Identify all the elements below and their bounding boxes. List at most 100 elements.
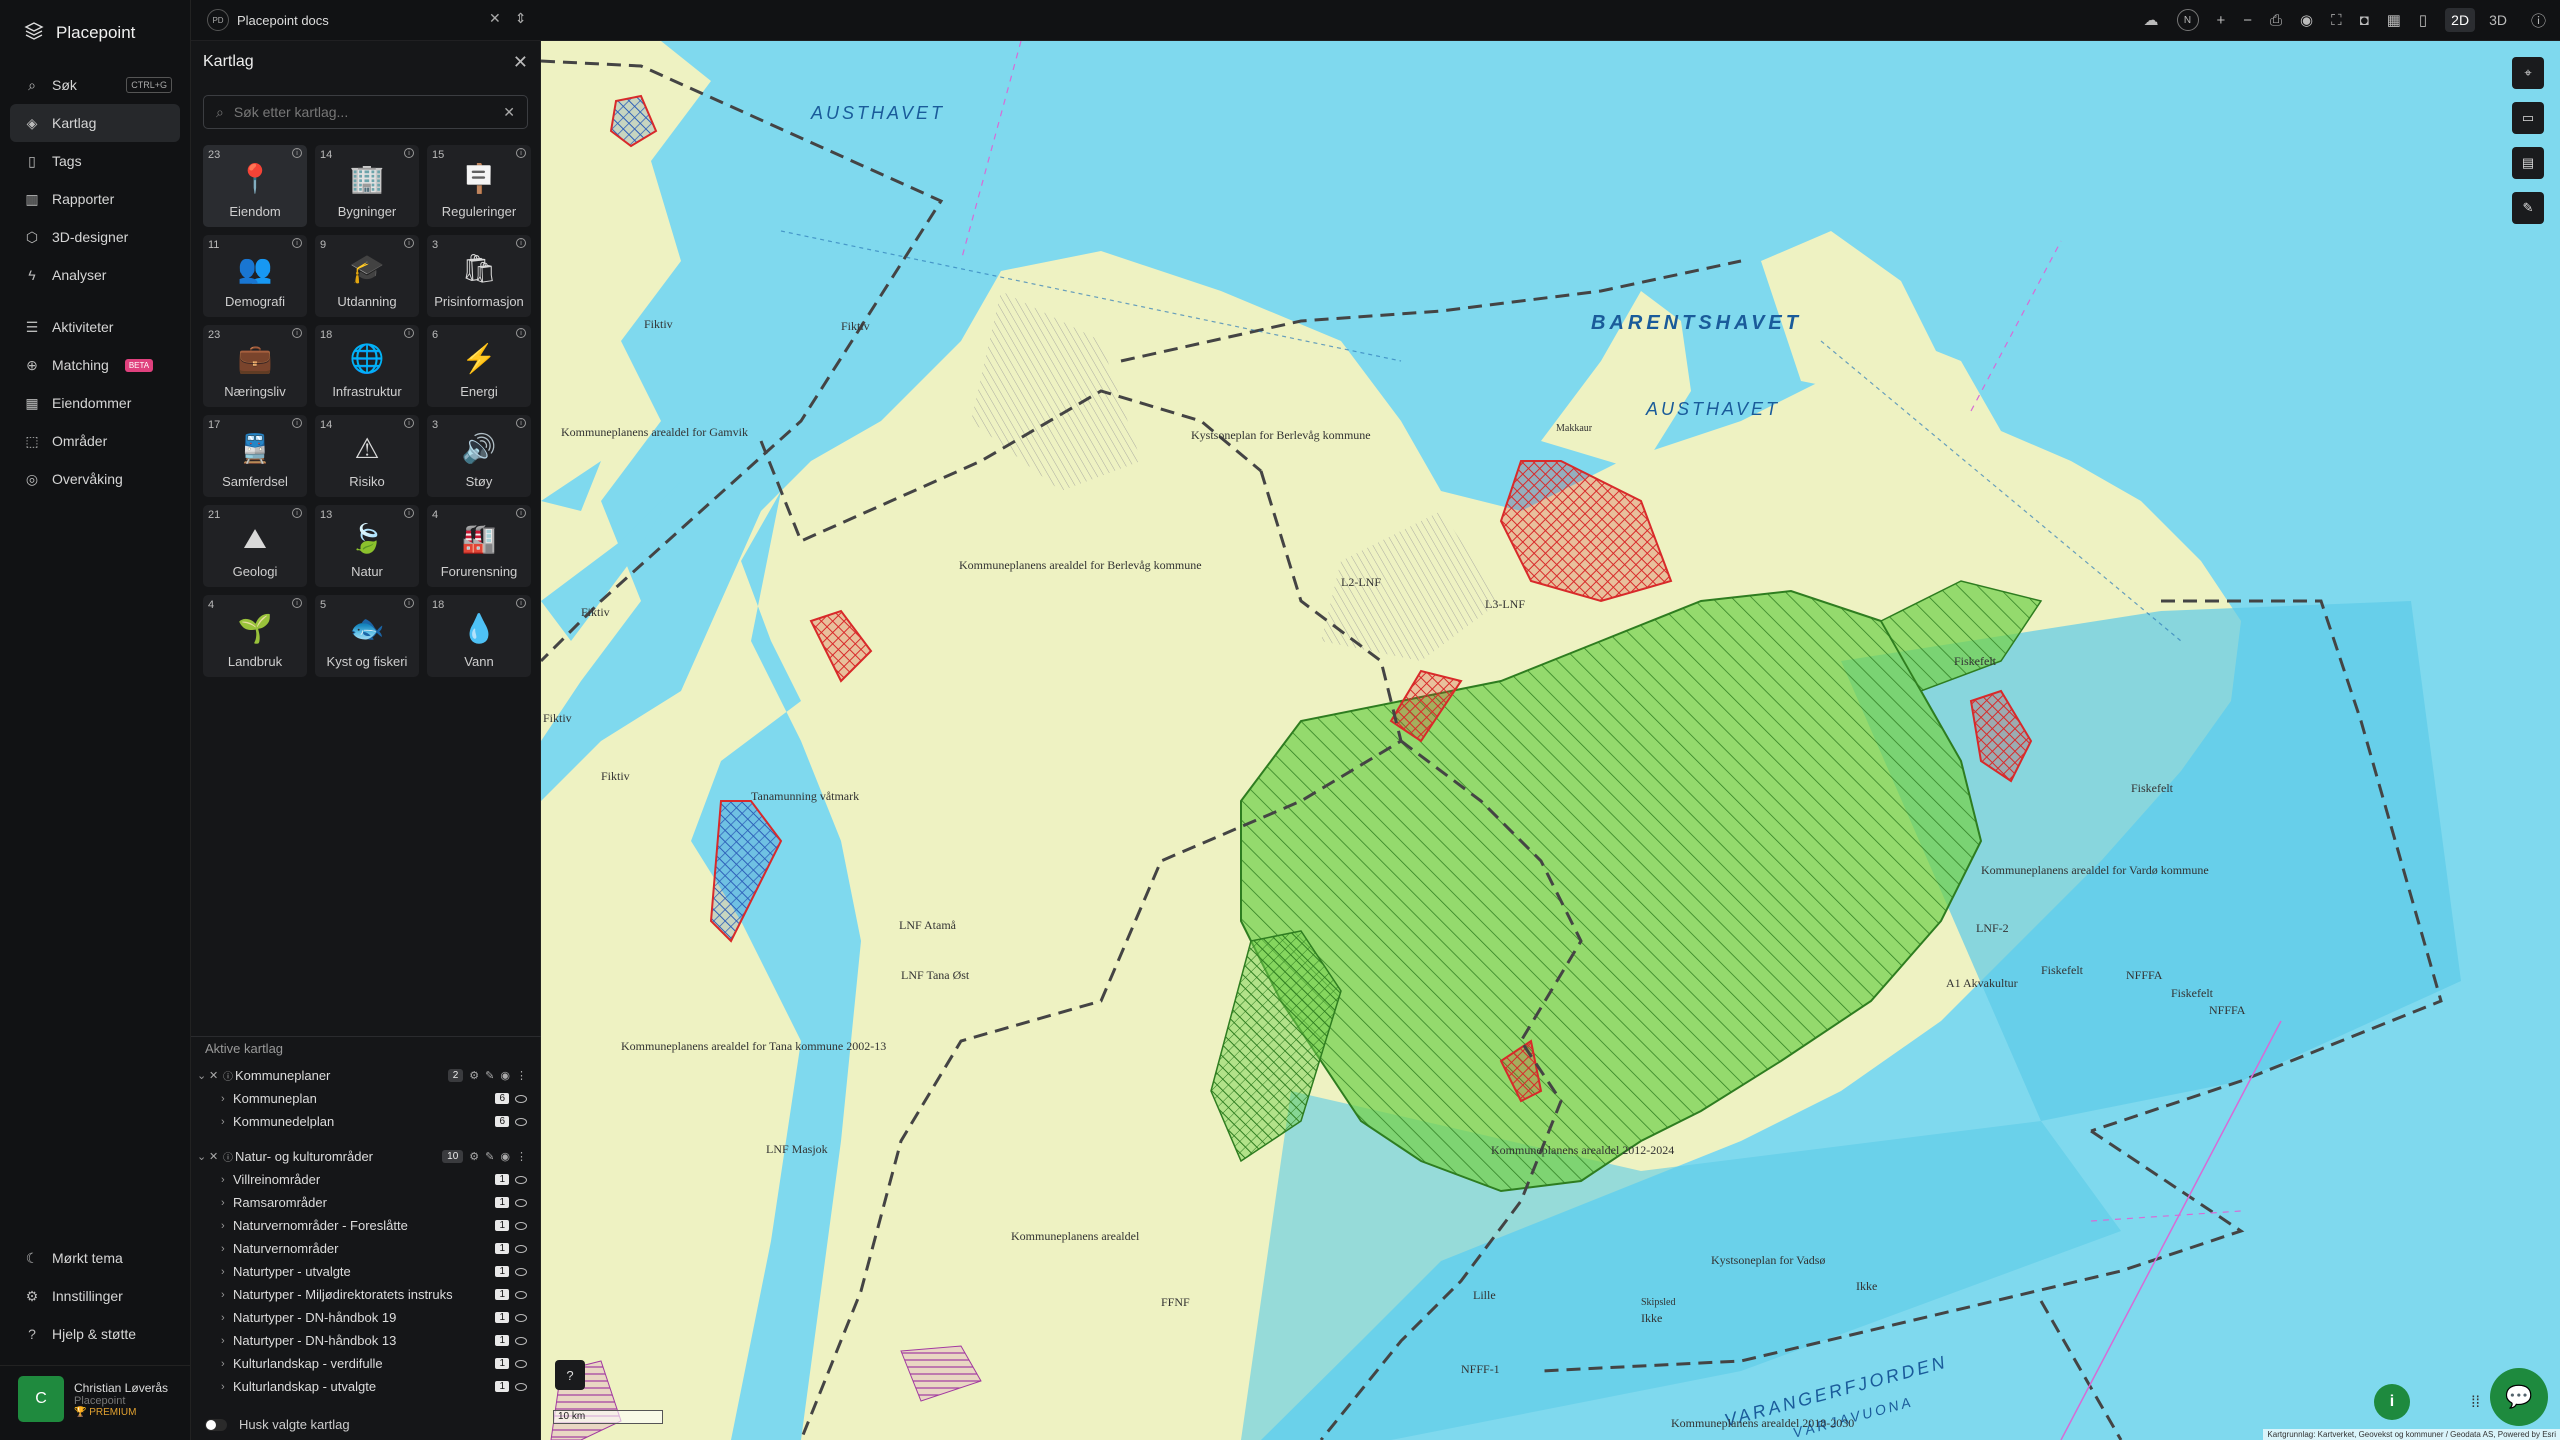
- chevron-right-icon[interactable]: ›: [221, 1197, 233, 1209]
- eye-icon[interactable]: [515, 1175, 527, 1184]
- info-icon[interactable]: i: [404, 238, 414, 248]
- info-icon[interactable]: i: [516, 328, 526, 338]
- layer-category-næringsliv[interactable]: 23 i 💼 Næringsliv: [203, 325, 307, 407]
- fullscreen-icon[interactable]: ⛶: [2331, 12, 2342, 29]
- layer-category-infrastruktur[interactable]: 18 i 🌐 Infrastruktur: [315, 325, 419, 407]
- nav-item-omrader[interactable]: ⬚ Områder: [10, 422, 180, 460]
- nav-item-rapporter[interactable]: ▥ Rapporter: [10, 180, 180, 218]
- info-icon[interactable]: i: [404, 418, 414, 428]
- layer-category-reguleringer[interactable]: 15 i 🪧 Reguleringer: [427, 145, 531, 227]
- info-icon[interactable]: i: [292, 148, 302, 158]
- nav-item-dark-theme[interactable]: ☾ Mørkt tema: [10, 1239, 180, 1277]
- nav-item-3d-designer[interactable]: ⬡ 3D-designer: [10, 218, 180, 256]
- eye-icon[interactable]: [515, 1198, 527, 1207]
- chevron-right-icon[interactable]: ›: [221, 1335, 233, 1347]
- layer-category-samferdsel[interactable]: 17 i 🚆 Samferdsel: [203, 415, 307, 497]
- info-icon[interactable]: ⓘ: [223, 1068, 235, 1083]
- clear-search-icon[interactable]: ✕: [503, 104, 515, 121]
- eye-icon[interactable]: ◉: [2300, 11, 2313, 29]
- zoom-out-icon[interactable]: −: [2243, 12, 2252, 29]
- chevron-right-icon[interactable]: ›: [221, 1381, 233, 1393]
- bookmark-icon[interactable]: ▯: [2419, 11, 2427, 29]
- layer-row[interactable]: › Naturtyper - DN-håndbok 13 1: [191, 1329, 541, 1352]
- nav-item-sok[interactable]: ⌕ Søk CTRL+G: [10, 66, 180, 104]
- close-icon[interactable]: ✕: [209, 1069, 223, 1082]
- layer-row[interactable]: › Kulturlandskap - utvalgte 1: [191, 1375, 541, 1398]
- brand[interactable]: Placepoint: [0, 0, 190, 66]
- eye-icon[interactable]: ◉: [500, 1069, 510, 1082]
- layer-group[interactable]: ⌄ ✕ ⓘ Kommuneplaner 2 ⚙ ✎ ◉ ⋮: [191, 1064, 541, 1087]
- info-icon[interactable]: i: [292, 598, 302, 608]
- zoom-in-icon[interactable]: +: [2217, 12, 2226, 29]
- chevron-right-icon[interactable]: ›: [221, 1243, 233, 1255]
- edit-button[interactable]: ✎: [2512, 192, 2544, 224]
- info-icon[interactable]: i: [516, 508, 526, 518]
- chevron-right-icon[interactable]: ›: [221, 1174, 233, 1186]
- close-icon[interactable]: ✕: [489, 10, 501, 27]
- measure-button[interactable]: ▭: [2512, 102, 2544, 134]
- info-icon[interactable]: i: [404, 598, 414, 608]
- eye-icon[interactable]: [515, 1244, 527, 1253]
- layer-category-støy[interactable]: 3 i 🔊 Støy: [427, 415, 531, 497]
- layer-row[interactable]: › Kommuneplan 6: [191, 1087, 541, 1110]
- layer-row[interactable]: › Naturtyper - utvalgte 1: [191, 1260, 541, 1283]
- chevron-right-icon[interactable]: ›: [221, 1266, 233, 1278]
- layer-row[interactable]: › Kommunedelplan 6: [191, 1110, 541, 1133]
- mode-3d-button[interactable]: 3D: [2483, 8, 2513, 32]
- mode-2d-button[interactable]: 2D: [2445, 8, 2476, 32]
- info-icon[interactable]: ⓘ: [223, 1149, 235, 1164]
- map-layer-button[interactable]: ⌖: [2512, 57, 2544, 89]
- layer-group[interactable]: ⌄ ✕ ⓘ Natur- og kulturområder 10 ⚙ ✎ ◉ ⋮: [191, 1145, 541, 1168]
- eye-icon[interactable]: [515, 1313, 527, 1322]
- layer-category-landbruk[interactable]: 4 i 🌱 Landbruk: [203, 595, 307, 677]
- pencil-icon[interactable]: ✎: [485, 1069, 494, 1082]
- layer-category-forurensning[interactable]: 4 i 🏭 Forurensning: [427, 505, 531, 587]
- layer-category-eiendom[interactable]: 23 i 📍 Eiendom: [203, 145, 307, 227]
- info-icon[interactable]: i: [404, 328, 414, 338]
- chevron-right-icon[interactable]: ›: [221, 1289, 233, 1301]
- info-icon[interactable]: i: [404, 148, 414, 158]
- camera-icon[interactable]: ◘: [2360, 12, 2369, 29]
- map-canvas[interactable]: AUSTHAVET BARENTSHAVET AUSTHAVET VARANGE…: [541, 41, 2560, 1440]
- info-icon[interactable]: i: [292, 238, 302, 248]
- layer-category-demografi[interactable]: 11 i 👥 Demografi: [203, 235, 307, 317]
- print-icon[interactable]: ⎙: [2270, 12, 2282, 29]
- info-button[interactable]: i: [2374, 1384, 2410, 1420]
- nav-item-analyser[interactable]: ϟ Analyser: [10, 256, 180, 294]
- layer-category-utdanning[interactable]: 9 i 🎓 Utdanning: [315, 235, 419, 317]
- apps-icon[interactable]: ⁞⁞: [2471, 1394, 2480, 1412]
- layer-row[interactable]: › Villreinområder 1: [191, 1168, 541, 1191]
- settings-icon[interactable]: ⚙: [469, 1150, 479, 1163]
- chevron-right-icon[interactable]: ›: [221, 1312, 233, 1324]
- layer-category-energi[interactable]: 6 i ⚡ Energi: [427, 325, 531, 407]
- layer-row[interactable]: › Naturtyper - DN-håndbok 19 1: [191, 1306, 541, 1329]
- chat-button[interactable]: 💬: [2490, 1368, 2548, 1426]
- info-icon[interactable]: i: [516, 418, 526, 428]
- nav-item-aktiviteter[interactable]: ☰ Aktiviteter: [10, 308, 180, 346]
- grid-icon[interactable]: ▦: [2387, 11, 2401, 29]
- eye-icon[interactable]: ◉: [500, 1150, 510, 1163]
- eye-icon[interactable]: [515, 1382, 527, 1391]
- eye-icon[interactable]: [515, 1221, 527, 1230]
- layer-row[interactable]: › Naturvernområder 1: [191, 1237, 541, 1260]
- search-input[interactable]: Søk etter kartlag...: [234, 104, 348, 120]
- more-icon[interactable]: ⋮: [516, 1069, 527, 1082]
- eye-icon[interactable]: [515, 1117, 527, 1126]
- chevron-right-icon[interactable]: ›: [221, 1116, 233, 1128]
- remember-layers[interactable]: Husk valgte kartlag: [205, 1417, 350, 1432]
- chart-button[interactable]: ▤: [2512, 147, 2544, 179]
- nav-item-eiendommer[interactable]: ▦ Eiendommer: [10, 384, 180, 422]
- nav-item-settings[interactable]: ⚙ Innstillinger: [10, 1277, 180, 1315]
- info-icon[interactable]: i: [292, 418, 302, 428]
- chevron-right-icon[interactable]: ›: [221, 1358, 233, 1370]
- layer-category-geologi[interactable]: 21 i ⛰ Geologi: [203, 505, 307, 587]
- user-profile[interactable]: C Christian Løverås Placepoint 🏆 PREMIUM: [0, 1366, 190, 1440]
- remember-toggle[interactable]: [205, 1418, 227, 1431]
- info-icon[interactable]: i: [292, 328, 302, 338]
- layer-category-risiko[interactable]: 14 i ⚠ Risiko: [315, 415, 419, 497]
- layer-row[interactable]: › Kulturlandskap - verdifulle 1: [191, 1352, 541, 1375]
- info-icon[interactable]: i: [516, 598, 526, 608]
- eye-icon[interactable]: [515, 1336, 527, 1345]
- close-icon[interactable]: ✕: [209, 1150, 223, 1163]
- close-panel-icon[interactable]: ✕: [513, 52, 528, 73]
